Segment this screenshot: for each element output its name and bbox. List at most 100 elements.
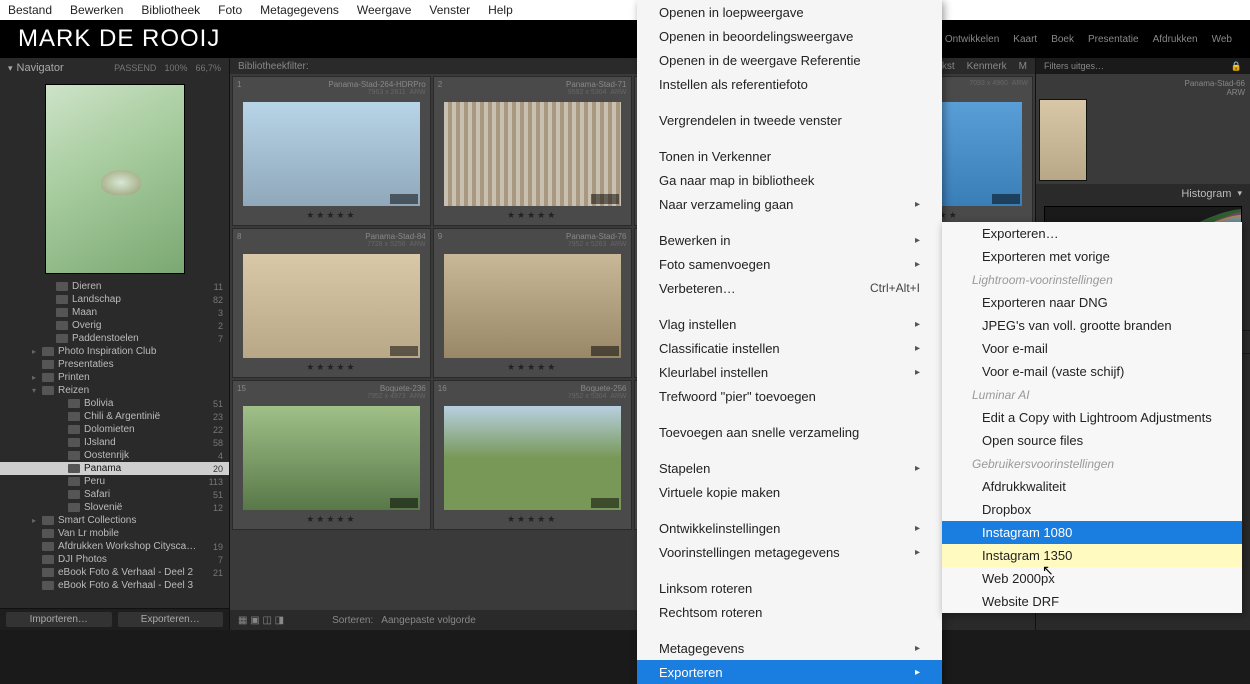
- grid-cell[interactable]: 8Panama-Stad-847728 x 5256 ARW ★★★★★: [232, 228, 431, 378]
- sort-value[interactable]: Aangepaste volgorde: [381, 615, 476, 626]
- tree-item-peru[interactable]: Peru113: [0, 475, 229, 488]
- menu-help[interactable]: Help: [488, 3, 513, 17]
- ctx-item[interactable]: Rechtsom roteren: [637, 600, 942, 624]
- menu-bibliotheek[interactable]: Bibliotheek: [141, 3, 200, 17]
- submenu-item[interactable]: Exporteren naar DNG: [942, 291, 1242, 314]
- submenu-item[interactable]: Web 2000px: [942, 567, 1242, 590]
- ctx-item[interactable]: Vergrendelen in tweede venster: [637, 108, 942, 132]
- ctx-item[interactable]: Exporteren: [637, 660, 942, 684]
- ctx-item[interactable]: Kleurlabel instellen: [637, 360, 942, 384]
- import-button[interactable]: Importeren…: [6, 612, 112, 627]
- ctx-item[interactable]: Openen in loepweergave: [637, 0, 942, 24]
- tree-item-bolivia[interactable]: Bolivia51: [0, 397, 229, 410]
- module-presentatie[interactable]: Presentatie: [1088, 34, 1139, 45]
- tree-item-oostenrijk[interactable]: Oostenrijk4: [0, 449, 229, 462]
- tree-item-djiphotos[interactable]: DJI Photos7: [0, 553, 229, 566]
- menu-metagegevens[interactable]: Metagegevens: [260, 3, 339, 17]
- histogram-header[interactable]: Histogram ▾: [1036, 184, 1250, 204]
- star-rating[interactable]: ★★★★★: [438, 360, 627, 374]
- module-web[interactable]: Web: [1212, 34, 1232, 45]
- ctx-item[interactable]: Stapelen: [637, 456, 942, 480]
- tree-item-printen[interactable]: ▸ Printen: [0, 371, 229, 384]
- export-button[interactable]: Exporteren…: [118, 612, 224, 627]
- tree-item-vanlrmobile[interactable]: Van Lr mobile: [0, 527, 229, 540]
- tree-item-maan[interactable]: Maan3: [0, 306, 229, 319]
- submenu-item[interactable]: Voor e-mail (vaste schijf): [942, 360, 1242, 383]
- star-rating[interactable]: ★★★★★: [438, 512, 627, 526]
- ctx-item[interactable]: Openen in beoordelingsweergave: [637, 24, 942, 48]
- ctx-item[interactable]: Toevoegen aan snelle verzameling: [637, 420, 942, 444]
- thumbnail[interactable]: [243, 102, 420, 206]
- ctx-item[interactable]: Tonen in Verkenner: [637, 144, 942, 168]
- ctx-item[interactable]: Verbeteren…Ctrl+Alt+I: [637, 276, 942, 300]
- grid-cell[interactable]: 15Boquete-2367952 x 4973 ARW ★★★★★: [232, 380, 431, 530]
- module-kaart[interactable]: Kaart: [1013, 34, 1037, 45]
- submenu-item[interactable]: Exporteren…: [942, 222, 1242, 245]
- ctx-item[interactable]: Instellen als referentiefoto: [637, 72, 942, 96]
- tree-item-sloveni[interactable]: Slovenië12: [0, 501, 229, 514]
- grid-cell[interactable]: 9Panama-Stad-767952 x 5263 ARW ★★★★★: [433, 228, 632, 378]
- menu-weergave[interactable]: Weergave: [357, 3, 411, 17]
- grid-cell[interactable]: 1Panama-Stad-264-HDRPro7963 x 2611 ARW ★…: [232, 76, 431, 226]
- module-boek[interactable]: Boek: [1051, 34, 1074, 45]
- submenu-item[interactable]: Open source files: [942, 429, 1242, 452]
- ctx-item[interactable]: Naar verzameling gaan: [637, 192, 942, 216]
- zoom-100[interactable]: 100%: [164, 63, 187, 73]
- tree-item-dieren[interactable]: Dieren11: [0, 280, 229, 293]
- tree-item-afdrukkenworkshopcitysca[interactable]: Afdrukken Workshop Citysca…19: [0, 540, 229, 553]
- tree-item-overig[interactable]: Overig2: [0, 319, 229, 332]
- star-rating[interactable]: ★★★★★: [438, 208, 627, 222]
- ctx-item[interactable]: Vlag instellen: [637, 312, 942, 336]
- tree-item-smartcollections[interactable]: ▸ Smart Collections: [0, 514, 229, 527]
- menu-venster[interactable]: Venster: [429, 3, 470, 17]
- menu-bewerken[interactable]: Bewerken: [70, 3, 123, 17]
- submenu-item[interactable]: Exporteren met vorige: [942, 245, 1242, 268]
- lock-icon[interactable]: 🔒: [1231, 61, 1242, 72]
- submenu-item[interactable]: Afdrukkwaliteit: [942, 475, 1242, 498]
- view-mode-icons[interactable]: ▦ ▣ ◫ ◨: [238, 615, 284, 626]
- tree-item-presentaties[interactable]: Presentaties: [0, 358, 229, 371]
- ctx-item[interactable]: Voorinstellingen metagegevens: [637, 540, 942, 564]
- tree-item-reizen[interactable]: ▾ Reizen: [0, 384, 229, 397]
- submenu-item[interactable]: Dropbox: [942, 498, 1242, 521]
- submenu-item[interactable]: Edit a Copy with Lightroom Adjustments: [942, 406, 1242, 429]
- module-afdrukken[interactable]: Afdrukken: [1153, 34, 1198, 45]
- submenu-item[interactable]: Website DRF: [942, 590, 1242, 613]
- tree-item-ebookfotoverhaaldeel[interactable]: eBook Foto & Verhaal - Deel 221: [0, 566, 229, 579]
- menu-foto[interactable]: Foto: [218, 3, 242, 17]
- filter-tab[interactable]: Kenmerk: [967, 61, 1007, 72]
- star-rating[interactable]: ★★★★★: [237, 360, 426, 374]
- tree-item-safari[interactable]: Safari51: [0, 488, 229, 501]
- ctx-item[interactable]: Classificatie instellen: [637, 336, 942, 360]
- menu-bestand[interactable]: Bestand: [8, 3, 52, 17]
- ctx-item[interactable]: Foto samenvoegen: [637, 252, 942, 276]
- ctx-item[interactable]: Ontwikkelinstellingen: [637, 516, 942, 540]
- ctx-item[interactable]: Metagegevens: [637, 636, 942, 660]
- ctx-item[interactable]: Openen in de weergave Referentie: [637, 48, 942, 72]
- filter-strip-header[interactable]: Filters uitges… 🔒: [1036, 58, 1250, 74]
- filter-tab[interactable]: M: [1019, 61, 1027, 72]
- tree-item-landschap[interactable]: Landschap82: [0, 293, 229, 306]
- thumbnail[interactable]: [444, 102, 621, 206]
- thumbnail[interactable]: [444, 254, 621, 358]
- ctx-item[interactable]: Virtuele kopie maken: [637, 480, 942, 504]
- star-rating[interactable]: ★★★★★: [237, 208, 426, 222]
- ctx-item[interactable]: Trefwoord "pier" toevoegen: [637, 384, 942, 408]
- filmstrip-thumb[interactable]: [1039, 99, 1087, 181]
- zoom-custom[interactable]: 66,7%: [195, 63, 221, 73]
- navigator-preview[interactable]: [45, 84, 185, 274]
- navigator-header[interactable]: ▾ Navigator PASSEND 100% 66,7%: [0, 58, 229, 78]
- submenu-item[interactable]: Instagram 1080: [942, 521, 1242, 544]
- thumbnail[interactable]: [444, 406, 621, 510]
- tree-item-chiliargentini[interactable]: Chili & Argentinië23: [0, 410, 229, 423]
- ctx-item[interactable]: Bewerken in: [637, 228, 942, 252]
- tree-item-photoinspirationclub[interactable]: ▸ Photo Inspiration Club: [0, 345, 229, 358]
- tree-item-dolomieten[interactable]: Dolomieten22: [0, 423, 229, 436]
- tree-item-panama[interactable]: Panama20: [0, 462, 229, 475]
- submenu-item[interactable]: Instagram 1350: [942, 544, 1242, 567]
- star-rating[interactable]: ★★★★★: [237, 512, 426, 526]
- submenu-item[interactable]: Voor e-mail: [942, 337, 1242, 360]
- fit-label[interactable]: PASSEND: [114, 63, 156, 73]
- ctx-item[interactable]: Linksom roteren: [637, 576, 942, 600]
- tree-item-ebookfotoverhaaldeel[interactable]: eBook Foto & Verhaal - Deel 3: [0, 579, 229, 592]
